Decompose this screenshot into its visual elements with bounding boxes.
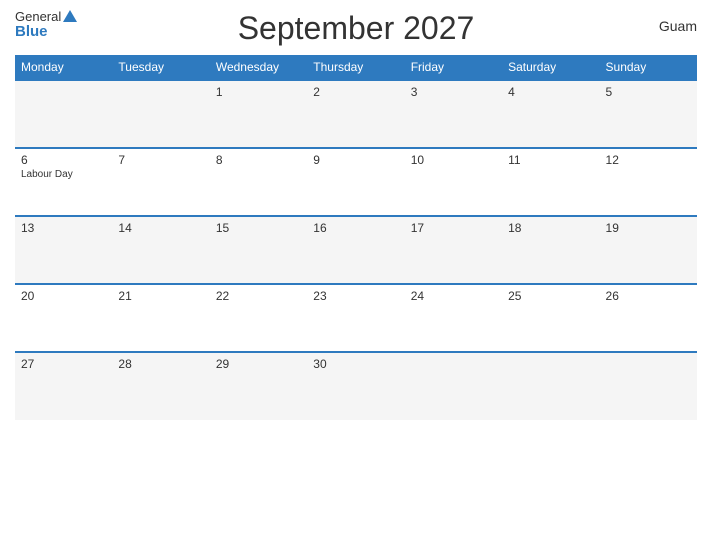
col-saturday: Saturday <box>502 55 599 80</box>
calendar-cell <box>112 80 209 148</box>
calendar-cell: 1 <box>210 80 307 148</box>
calendar-container: General Blue September 2027 Guam Monday … <box>0 0 712 550</box>
day-number: 7 <box>118 153 203 167</box>
calendar-cell: 7 <box>112 148 209 216</box>
logo-general-text: General <box>15 10 77 24</box>
calendar-cell: 10 <box>405 148 502 216</box>
calendar-cell <box>502 352 599 420</box>
day-number: 14 <box>118 221 203 235</box>
day-number: 26 <box>606 289 691 303</box>
calendar-cell: 20 <box>15 284 112 352</box>
col-wednesday: Wednesday <box>210 55 307 80</box>
calendar-body: 123456Labour Day789101112131415161718192… <box>15 80 697 420</box>
day-number: 2 <box>313 85 398 99</box>
calendar-week-4: 20 21 22 23 24 25 26 <box>15 284 697 352</box>
calendar-week-2: 6 Labour Day 789 10 11 12 <box>15 148 697 216</box>
day-number: 21 <box>118 289 203 303</box>
day-number: 19 <box>606 221 691 235</box>
day-number: 5 <box>606 85 691 99</box>
day-number: 16 <box>313 221 398 235</box>
calendar-cell: 11 <box>502 148 599 216</box>
day-number: 4 <box>508 85 593 99</box>
calendar-cell <box>15 80 112 148</box>
calendar-cell: 5 <box>600 80 697 148</box>
calendar-cell: 18 <box>502 216 599 284</box>
day-number: 1 <box>216 85 301 99</box>
day-number: 30 <box>313 357 398 371</box>
calendar-cell <box>405 352 502 420</box>
calendar-header: General Blue September 2027 Guam <box>15 10 697 47</box>
day-number: 18 <box>508 221 593 235</box>
day-number: 22 <box>216 289 301 303</box>
calendar-cell: 17 <box>405 216 502 284</box>
calendar-week-5: 27 28 29 30 <box>15 352 697 420</box>
calendar-cell: 15 <box>210 216 307 284</box>
calendar-week-3: 13 14 15 16 17 18 19 <box>15 216 697 284</box>
region-label: Guam <box>659 18 697 34</box>
calendar-cell: 13 <box>15 216 112 284</box>
calendar-cell: 12 <box>600 148 697 216</box>
day-number: 25 <box>508 289 593 303</box>
calendar-cell: 27 <box>15 352 112 420</box>
day-number: 12 <box>606 153 691 167</box>
calendar-cell: 4 <box>502 80 599 148</box>
calendar-cell: 30 <box>307 352 404 420</box>
logo-blue-text: Blue <box>15 24 77 41</box>
day-number: 29 <box>216 357 301 371</box>
calendar-cell: 8 <box>210 148 307 216</box>
calendar-cell: 28 <box>112 352 209 420</box>
calendar-cell: 9 <box>307 148 404 216</box>
calendar-cell: 24 <box>405 284 502 352</box>
day-number: 20 <box>21 289 106 303</box>
logo-triangle-icon <box>63 10 77 22</box>
calendar-cell: 14 <box>112 216 209 284</box>
day-header-row: Monday Tuesday Wednesday Thursday Friday… <box>15 55 697 80</box>
col-friday: Friday <box>405 55 502 80</box>
col-sunday: Sunday <box>600 55 697 80</box>
day-number: 10 <box>411 153 496 167</box>
calendar-cell: 22 <box>210 284 307 352</box>
day-number: 8 <box>216 153 301 167</box>
day-number: 23 <box>313 289 398 303</box>
calendar-cell <box>600 352 697 420</box>
day-number: 17 <box>411 221 496 235</box>
calendar-cell: 29 <box>210 352 307 420</box>
logo: General Blue <box>15 10 77 41</box>
day-number: 28 <box>118 357 203 371</box>
calendar-week-1: 12345 <box>15 80 697 148</box>
calendar-cell: 23 <box>307 284 404 352</box>
day-number: 9 <box>313 153 398 167</box>
calendar-cell: 26 <box>600 284 697 352</box>
calendar-cell: 19 <box>600 216 697 284</box>
day-number: 15 <box>216 221 301 235</box>
month-title: September 2027 <box>238 10 475 47</box>
day-number: 3 <box>411 85 496 99</box>
day-number: 13 <box>21 221 106 235</box>
day-number: 11 <box>508 153 593 167</box>
col-thursday: Thursday <box>307 55 404 80</box>
day-number: 24 <box>411 289 496 303</box>
calendar-cell: 2 <box>307 80 404 148</box>
day-number: 27 <box>21 357 106 371</box>
calendar-cell: 21 <box>112 284 209 352</box>
calendar-table: Monday Tuesday Wednesday Thursday Friday… <box>15 55 697 420</box>
calendar-cell: 3 <box>405 80 502 148</box>
col-tuesday: Tuesday <box>112 55 209 80</box>
calendar-cell: 6 Labour Day <box>15 148 112 216</box>
day-number: 6 <box>21 153 106 167</box>
calendar-cell: 16 <box>307 216 404 284</box>
calendar-cell: 25 <box>502 284 599 352</box>
col-monday: Monday <box>15 55 112 80</box>
event-label: Labour Day <box>21 169 106 180</box>
